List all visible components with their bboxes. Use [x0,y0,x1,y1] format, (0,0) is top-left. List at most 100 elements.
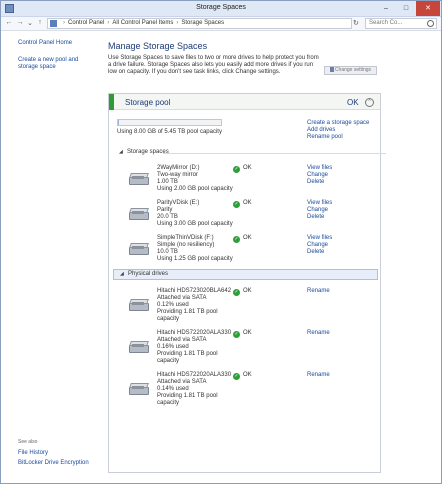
drive-icon [129,173,149,186]
delete-link[interactable]: Delete [307,249,332,256]
change-settings-button[interactable]: Change settings [324,66,377,75]
minimize-button[interactable]: – [376,1,396,16]
page-title: Manage Storage Spaces [108,41,208,51]
space-type: Two-way mirror [157,172,199,178]
ok-icon: ✓ [233,331,240,338]
space-type: Simple (no resiliency) [157,242,215,248]
pool-usage: Using 8.00 GB of 5.45 TB pool capacity [117,129,222,135]
drive-icon [129,341,149,354]
breadcrumb-control-panel[interactable]: Control Panel [68,20,104,26]
main-content: Manage Storage Spaces Use Storage Spaces… [101,32,441,483]
storage-spaces-section-header[interactable]: ◢ Storage spaces [113,148,386,158]
pool-title: Storage pool [125,98,171,107]
breadcrumb-all-items[interactable]: All Control Panel Items [112,20,173,26]
window-title: Storage Spaces [196,4,246,11]
delete-link[interactable]: Delete [307,214,332,221]
drive-providing-cont: capacity [157,358,180,364]
sidebar-create-pool[interactable]: Create a new pool and storage space [18,57,94,71]
drive-connection: Attached via SATA [157,337,207,343]
view-files-link[interactable]: View files [307,165,332,172]
rename-drive-link[interactable]: Rename [307,288,330,295]
physical-drives-section-header[interactable]: ◢ Physical drives [113,269,378,280]
space-size: 20.0 TB [157,214,178,220]
physical-drive-row: Hitachi HDS722020ALA330 Attached via SAT… [109,370,380,414]
drive-status: OK [243,288,252,294]
space-size: 1.00 TB [157,179,178,185]
sidebar-file-history[interactable]: File History [18,450,48,457]
change-link[interactable]: Change [307,172,332,179]
space-size: 10.0 TB [157,249,178,255]
sidebar: Control Panel Home Create a new pool and… [1,32,96,483]
see-also-label: See also [18,439,38,445]
drive-connection: Attached via SATA [157,379,207,385]
rename-drive-link[interactable]: Rename [307,372,330,379]
title-bar[interactable]: Storage Spaces – □ ✕ [1,1,441,17]
drive-icon [129,243,149,256]
breadcrumb-separator: › [63,20,65,26]
search-placeholder: Search Co... [369,20,403,26]
drive-name: Hitachi HDS723020BLA642 [157,288,232,294]
rename-drive-link[interactable]: Rename [307,330,330,337]
maximize-button[interactable]: □ [396,1,416,16]
search-icon[interactable] [427,20,434,27]
drive-status: OK [243,372,252,378]
search-input[interactable]: Search Co... [365,18,437,29]
refresh-icon[interactable]: ↻ [353,19,359,27]
sidebar-control-panel-home[interactable]: Control Panel Home [18,40,72,47]
control-panel-icon [50,20,57,27]
close-button[interactable]: ✕ [416,1,440,16]
create-storage-space-link[interactable]: Create a storage space [307,120,369,127]
pool-links: Create a storage space Add drives Rename… [307,120,369,141]
sidebar-bitlocker[interactable]: BitLocker Drive Encryption [18,460,89,467]
rename-pool-link[interactable]: Rename pool [307,134,369,141]
ok-icon: ✓ [233,236,240,243]
drive-providing: Providing 1.81 TB pool [157,309,218,315]
add-drives-link[interactable]: Add drives [307,127,369,134]
space-usage: Using 2.00 GB pool capacity [157,186,233,192]
change-link[interactable]: Change [307,207,332,214]
section-toggle-icon[interactable]: ◢ [120,271,124,277]
ok-icon: ✓ [233,201,240,208]
section-title: Physical drives [128,271,169,277]
drive-icon [129,208,149,221]
space-usage: Using 1.25 GB pool capacity [157,256,233,262]
storage-space-row: ParityVDisk (E:) Parity 20.0 TB Using 3.… [109,198,380,236]
pool-header[interactable]: Storage pool OK ⌃ [109,94,380,110]
physical-drive-row: Hitachi HDS723020BLA642 Attached via SAT… [109,286,380,330]
storage-space-row: 2WayMirror (D:) Two-way mirror 1.00 TB U… [109,163,380,201]
drive-name: Hitachi HDS722020ALA330 [157,372,232,378]
drive-providing: Providing 1.81 TB pool [157,393,218,399]
breadcrumb[interactable]: › Control Panel › All Control Panel Items › S… [47,18,352,29]
drive-status: OK [243,330,252,336]
divider [163,153,386,154]
ok-icon: ✓ [233,166,240,173]
breadcrumb-separator: › [107,20,110,26]
drive-used: 0.14% used [157,386,189,392]
space-usage: Using 3.00 GB pool capacity [157,221,233,227]
drive-used: 0.12% used [157,302,189,308]
back-icon[interactable]: ← [4,19,14,26]
drive-icon [129,299,149,312]
up-icon[interactable]: ↑ [35,19,45,26]
section-toggle-icon[interactable]: ◢ [119,149,123,155]
view-files-link[interactable]: View files [307,235,332,242]
recent-locations-icon[interactable]: ⌄ [25,19,35,27]
space-name: 2WayMirror (D:) [157,165,200,171]
delete-link[interactable]: Delete [307,179,332,186]
change-link[interactable]: Change [307,242,332,249]
drive-providing-cont: capacity [157,316,180,322]
view-files-link[interactable]: View files [307,200,332,207]
space-name: ParityVDisk (E:) [157,200,200,206]
forward-icon[interactable]: → [15,19,25,26]
breadcrumb-separator: › [176,20,179,26]
change-settings-label: Change settings [334,67,372,73]
storage-space-row: SimpleThinVDisk (F:) Simple (no resilien… [109,233,380,271]
shield-icon [329,67,334,72]
intro-text: Use Storage Spaces to save files to two … [108,55,319,75]
collapse-icon[interactable]: ⌃ [365,98,374,107]
pool-status: OK [347,98,359,107]
drive-providing: Providing 1.81 TB pool [157,351,218,357]
drive-connection: Attached via SATA [157,295,207,301]
address-bar: ← → ⌄ ↑ › Control Panel › All Control Panel… [1,17,441,31]
breadcrumb-storage-spaces[interactable]: Storage Spaces [181,20,224,26]
